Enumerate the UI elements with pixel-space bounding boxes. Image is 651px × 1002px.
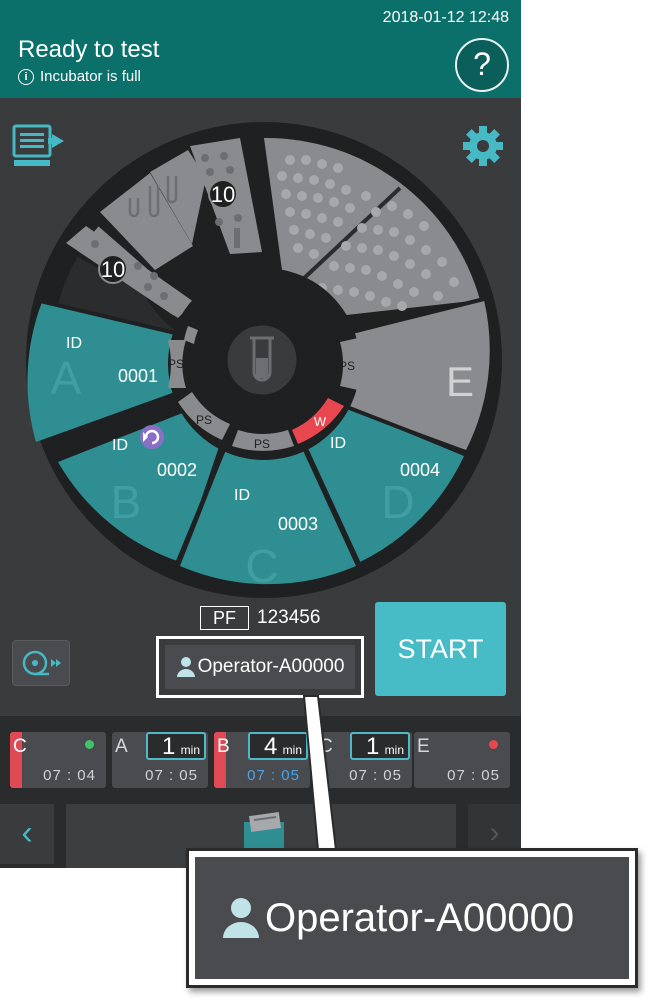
status-dot bbox=[489, 740, 498, 749]
sector-c-id: ID bbox=[234, 487, 250, 504]
timer-value: 1 bbox=[162, 733, 176, 760]
analyzer-screen: 2018-01-12 12:48 Ready to test i Incubat… bbox=[0, 0, 521, 868]
sector-a-id: ID bbox=[66, 335, 82, 352]
timer-unit: min bbox=[180, 743, 200, 757]
timer-unit: min bbox=[282, 743, 302, 757]
cartridge-label-a: PS bbox=[168, 357, 184, 371]
operator-zoom-callout: Operator-A00000 bbox=[186, 848, 638, 988]
timer-unit: min bbox=[384, 743, 404, 757]
slot-3[interactable]: B 4 min 07 : 05 bbox=[214, 732, 310, 788]
slot-letter: E bbox=[417, 736, 430, 757]
slot-time: 07 : 04 bbox=[43, 767, 96, 784]
start-button[interactable]: START bbox=[375, 602, 506, 696]
slot-letter: A bbox=[115, 736, 128, 757]
operator-button[interactable]: Operator-A00000 bbox=[165, 645, 355, 689]
sector-letter-d: D bbox=[381, 476, 414, 528]
slot-time: 07 : 05 bbox=[247, 767, 300, 784]
user-icon bbox=[223, 898, 259, 938]
info-icon: i bbox=[18, 68, 34, 85]
help-button[interactable]: ? bbox=[455, 38, 509, 92]
slot-time: 07 : 05 bbox=[349, 767, 402, 784]
sector-d-id: ID bbox=[330, 435, 346, 452]
datetime: 2018-01-12 12:48 bbox=[382, 9, 509, 26]
slot-letter: B bbox=[217, 736, 230, 757]
folder-icon bbox=[244, 812, 284, 852]
slot-4[interactable]: C 1 min 07 : 05 bbox=[316, 732, 412, 788]
sector-letter-e: E bbox=[446, 358, 474, 405]
slot-5[interactable]: E 07 : 05 bbox=[414, 732, 510, 788]
sector-letter-b: B bbox=[111, 476, 142, 528]
pf-value: 123456 bbox=[257, 607, 321, 628]
cartridge-label-c: PS bbox=[254, 437, 270, 451]
timer-value: 4 bbox=[264, 733, 278, 760]
timer-box: 1 min bbox=[146, 732, 206, 760]
cartridge-label-e: PS bbox=[339, 359, 355, 373]
slot-time: 07 : 05 bbox=[145, 767, 198, 784]
pf-info: PF 123456 bbox=[200, 606, 320, 630]
status-dot bbox=[85, 740, 94, 749]
slot-letter: C bbox=[319, 736, 333, 757]
status-header: 2018-01-12 12:48 Ready to test i Incubat… bbox=[0, 0, 521, 98]
sector-b-id: ID bbox=[112, 437, 128, 454]
nav-back-button[interactable]: ‹ bbox=[0, 804, 54, 864]
user-icon bbox=[176, 657, 195, 677]
slot-1[interactable]: C 07 : 04 bbox=[10, 732, 106, 788]
sector-c-sample: 0003 bbox=[278, 514, 318, 534]
warning-label: W bbox=[314, 414, 327, 429]
sector-b-sample: 0002 bbox=[157, 460, 197, 480]
sector-letter-a: A bbox=[51, 352, 82, 404]
operator-zoom-name: Operator-A00000 bbox=[265, 895, 575, 940]
pf-label: PF bbox=[200, 606, 250, 630]
status-title: Ready to test bbox=[18, 36, 160, 63]
operator-highlight: Operator-A00000 bbox=[156, 636, 364, 698]
slot-time: 07 : 05 bbox=[447, 767, 500, 784]
slot-letter: C bbox=[13, 736, 27, 757]
eject-button[interactable] bbox=[12, 640, 70, 686]
status-subtitle: i Incubator is full bbox=[18, 68, 141, 85]
timer-box: 4 min bbox=[248, 732, 308, 760]
rack-count-1: 10 bbox=[101, 257, 125, 282]
slot-2[interactable]: A 1 min 07 : 05 bbox=[112, 732, 208, 788]
incubator-slots: C 07 : 04 A 1 min 07 : 05 B 4 min 07 : 0… bbox=[0, 716, 521, 800]
rack-count-2: 10 bbox=[211, 182, 235, 207]
timer-value: 1 bbox=[366, 733, 380, 760]
sector-a-sample: 0001 bbox=[118, 366, 158, 386]
operator-zoom-inner: Operator-A00000 bbox=[195, 857, 629, 979]
timer-box: 1 min bbox=[350, 732, 410, 760]
sample-carousel: 10 10 E ID 0001 A ID 0002 B ID 0003 C ID… bbox=[26, 122, 502, 598]
eject-icon bbox=[22, 650, 61, 676]
operator-name: Operator-A00000 bbox=[197, 656, 345, 677]
cartridge-label-b: PS bbox=[196, 413, 212, 427]
status-subtitle-text: Incubator is full bbox=[40, 68, 141, 85]
sector-letter-c: C bbox=[245, 540, 278, 592]
